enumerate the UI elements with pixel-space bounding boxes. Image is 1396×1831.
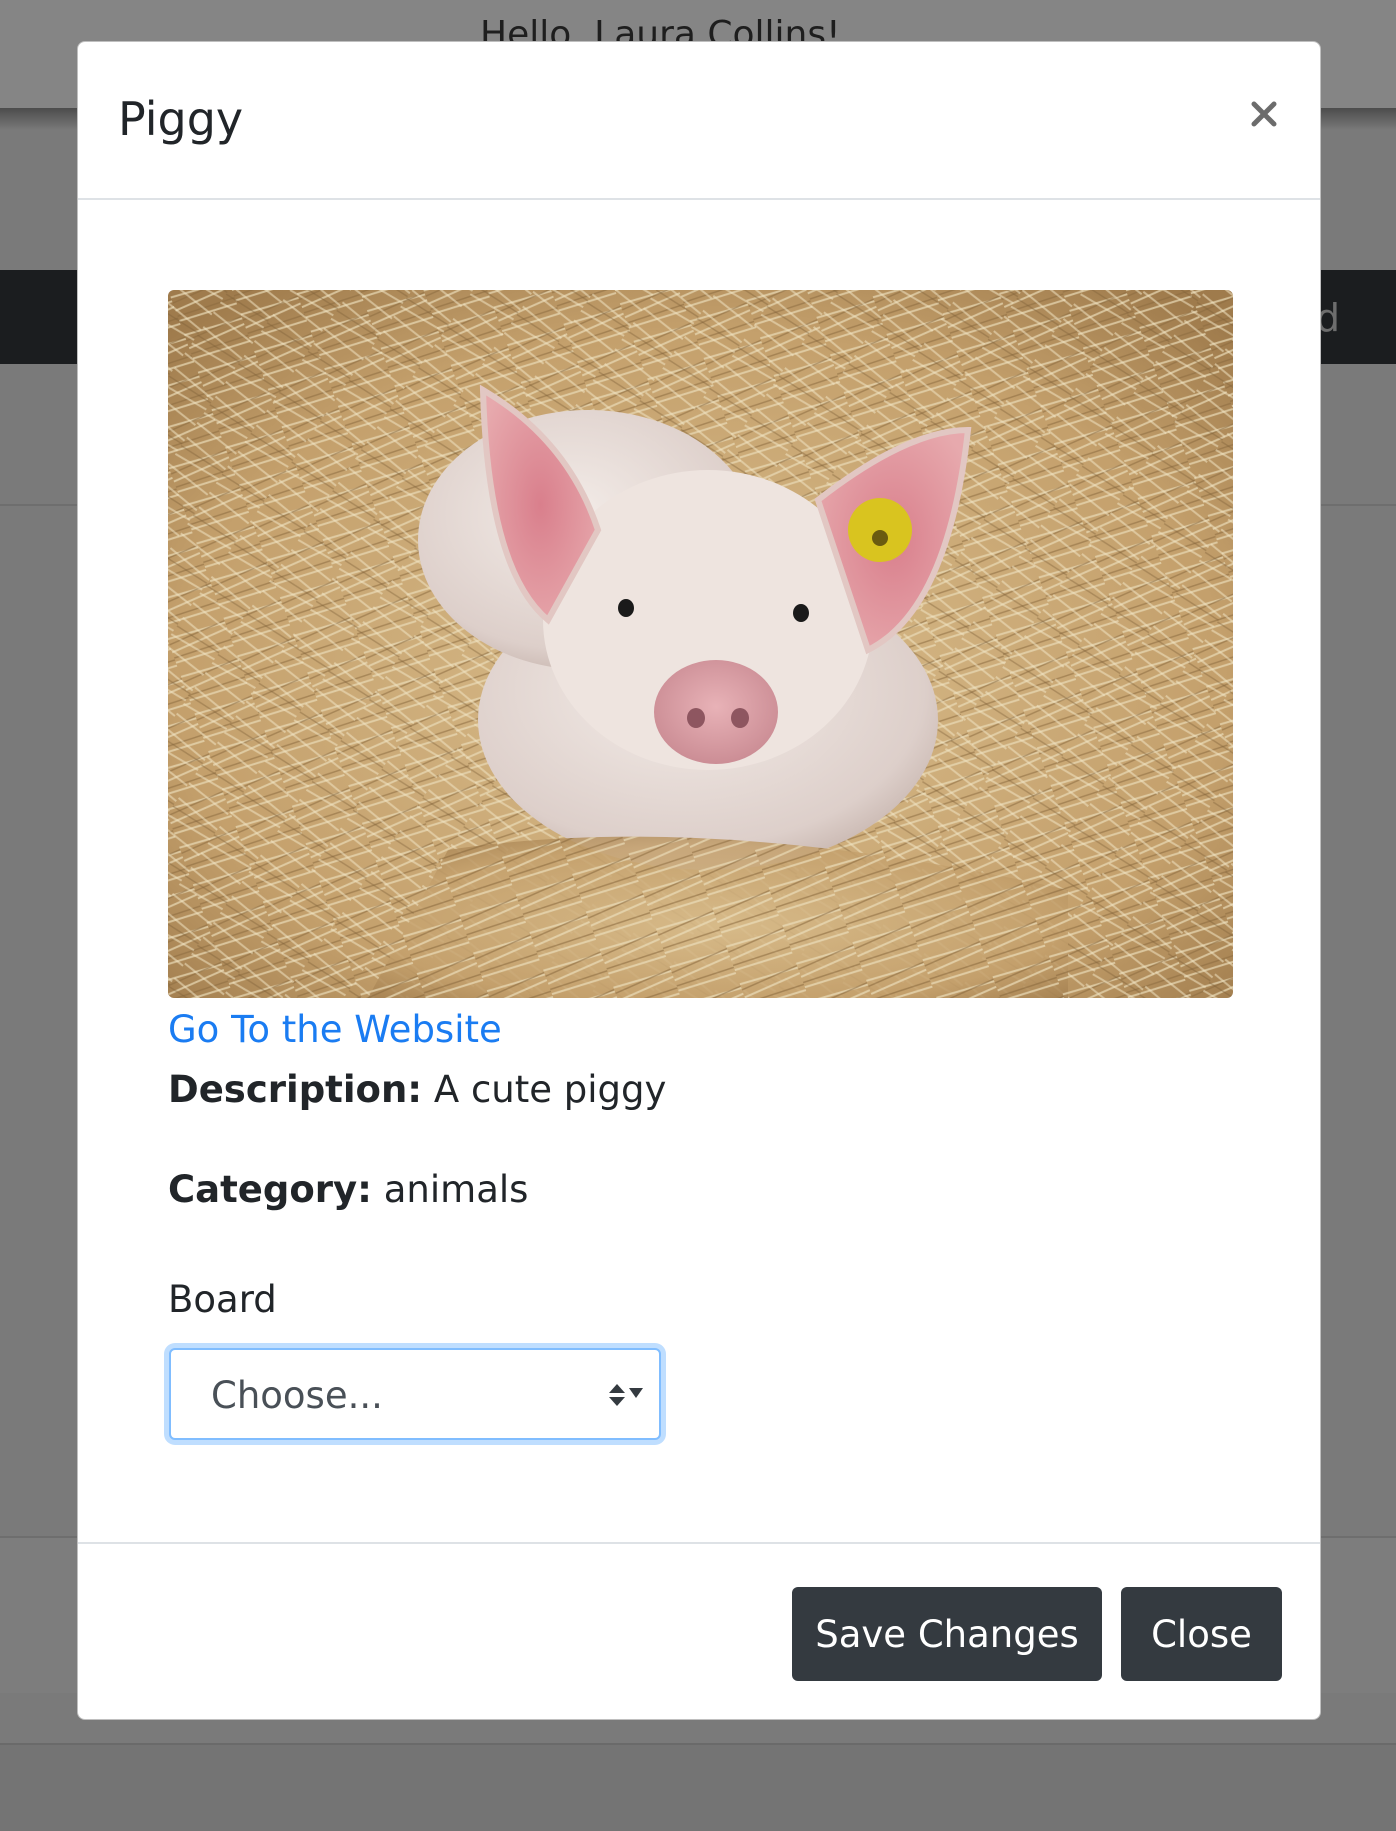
category-value: animals [383, 1168, 529, 1211]
modal-header: Piggy [78, 42, 1320, 200]
board-label: Board [168, 1278, 277, 1321]
category-row: Category: animals [168, 1168, 528, 1211]
board-select[interactable]: Choose... [169, 1348, 661, 1440]
pin-image [168, 290, 1233, 998]
description-value: A cute piggy [433, 1068, 667, 1111]
modal-footer-divider [78, 1542, 1320, 1544]
description-row: Description: A cute piggy [168, 1068, 666, 1111]
category-label: Category: [168, 1168, 372, 1211]
save-changes-button[interactable]: Save Changes [792, 1587, 1102, 1681]
website-link[interactable]: Go To the Website [168, 1008, 502, 1051]
modal-title: Piggy [118, 92, 244, 146]
close-button[interactable]: Close [1121, 1587, 1282, 1681]
description-label: Description: [168, 1068, 423, 1111]
close-icon[interactable] [1244, 94, 1284, 134]
pin-detail-modal: Piggy Go To the Website Description: A c… [77, 41, 1321, 1720]
background-footer [0, 1743, 1396, 1831]
board-select-value: Choose... [211, 1374, 383, 1417]
select-arrows-icon [607, 1380, 645, 1414]
